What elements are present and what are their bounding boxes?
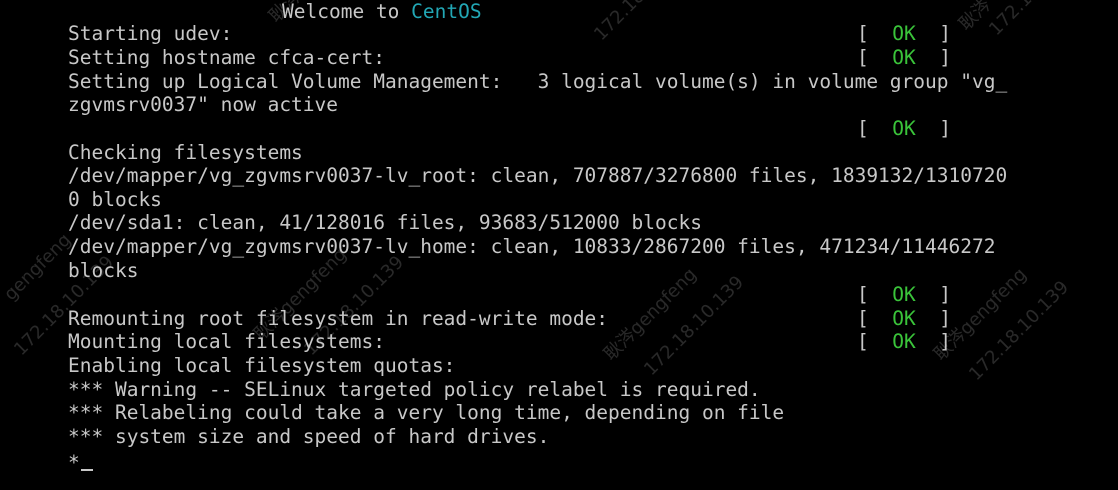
- console-screen[interactable]: 耿涔 172.18.10.139 耿涔 172.18.10.139 gengfe…: [0, 0, 1118, 490]
- watermark: 耿涔gengfeng: [600, 264, 701, 365]
- text-cursor: [80, 469, 93, 471]
- watermark: 172.18.10.139: [640, 271, 748, 380]
- console-line: blocks: [68, 259, 139, 282]
- watermark: 耿涔: [955, 0, 996, 35]
- console-line: Enabling local filesystem quotas:: [68, 354, 456, 377]
- status-ok: [ OK ]: [857, 330, 951, 353]
- console-line: zgvmsrv0037" now active: [68, 93, 339, 116]
- status-ok: [ OK ]: [857, 283, 951, 306]
- console-line: Setting hostname cfca-cert:: [68, 46, 385, 69]
- watermark: 172.18.10.139: [590, 0, 699, 46]
- console-line: /dev/mapper/vg_zgvmsrv0037-lv_home: clea…: [68, 235, 996, 258]
- status-ok: [ OK ]: [857, 307, 951, 330]
- console-line: *** system size and speed of hard drives…: [68, 425, 550, 448]
- os-name: CentOS: [411, 0, 482, 23]
- console-line: Starting udev:: [68, 22, 233, 45]
- status-ok: [ OK ]: [857, 117, 951, 140]
- console-line: 0 blocks: [68, 188, 162, 211]
- console-line: Setting up Logical Volume Management: 3 …: [68, 70, 1008, 93]
- console-line: /dev/sda1: clean, 41/128016 files, 93683…: [68, 211, 702, 234]
- status-ok: [ OK ]: [857, 46, 951, 69]
- status-ok: [ OK ]: [857, 22, 951, 45]
- console-line: *** Warning -- SELinux targeted policy r…: [68, 378, 761, 401]
- console-line: Mounting local filesystems:: [68, 330, 385, 353]
- console-line: /dev/mapper/vg_zgvmsrv0037-lv_root: clea…: [68, 164, 1008, 187]
- welcome-banner: Welcome to CentOS: [282, 0, 482, 23]
- console-prompt[interactable]: *: [68, 451, 93, 474]
- console-line: *** Relabeling could take a very long ti…: [68, 401, 785, 424]
- watermark: gengfeng: [0, 229, 76, 305]
- watermark: 172.18.10.139: [985, 0, 1094, 41]
- console-line: Checking filesystems: [68, 141, 303, 164]
- watermark: 172.18.10.139: [965, 276, 1073, 385]
- console-line: Remounting root filesystem in read-write…: [68, 307, 609, 330]
